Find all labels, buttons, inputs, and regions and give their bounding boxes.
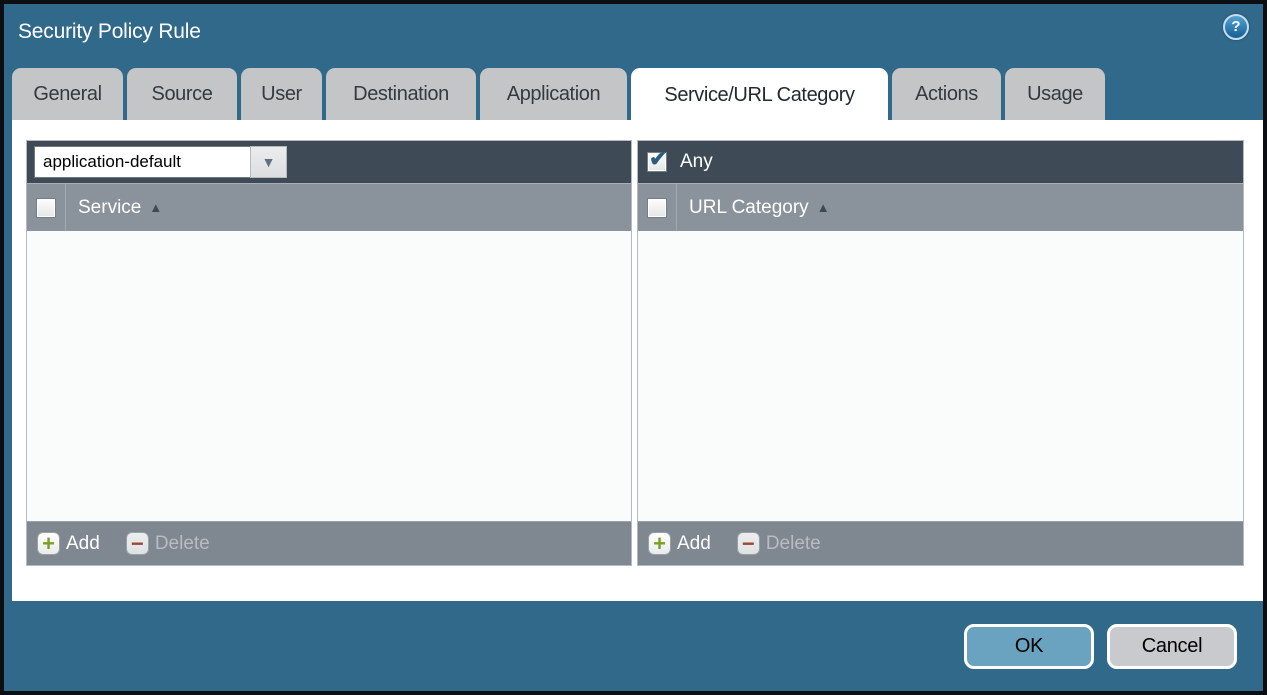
url-category-actionbar: + Add − Delete — [638, 521, 1243, 565]
tab-usage[interactable]: Usage — [1005, 68, 1105, 120]
tab-source[interactable]: Source — [127, 68, 237, 120]
url-category-panel-header: ✔ Any — [638, 141, 1243, 183]
tab-general[interactable]: General — [12, 68, 123, 120]
tab-content-area: ▼ Service ▲ + Add − Delete ✔ Any — [12, 120, 1263, 601]
any-checkbox-label[interactable]: Any — [680, 151, 713, 173]
dialog-footer: OK Cancel — [964, 624, 1237, 669]
service-delete-button[interactable]: Delete — [155, 533, 210, 555]
service-column-header-row: Service ▲ — [27, 183, 631, 231]
sort-ascending-icon[interactable]: ▲ — [149, 200, 162, 215]
add-icon[interactable]: + — [648, 532, 671, 555]
url-category-list[interactable] — [638, 231, 1243, 521]
help-icon[interactable]: ? — [1223, 14, 1249, 40]
service-select-all-checkbox[interactable] — [36, 197, 56, 218]
tab-user[interactable]: User — [241, 68, 322, 120]
url-category-column-header-label: URL Category — [689, 196, 809, 218]
service-panel-header: ▼ — [27, 141, 631, 183]
delete-icon[interactable]: − — [736, 532, 760, 555]
service-type-dropdown: ▼ — [34, 146, 287, 178]
service-list[interactable] — [27, 231, 631, 521]
url-category-add-button[interactable]: Add — [677, 533, 711, 555]
any-checkbox[interactable]: ✔ — [647, 146, 667, 172]
service-panel: ▼ Service ▲ + Add − Delete — [26, 140, 632, 566]
url-category-select-all-checkbox[interactable] — [647, 197, 667, 218]
security-policy-rule-dialog: { "dialog": { "title": "Security Policy … — [0, 0, 1267, 695]
add-icon[interactable]: + — [37, 532, 60, 555]
service-add-button[interactable]: Add — [66, 533, 100, 555]
service-actionbar: + Add − Delete — [27, 521, 631, 565]
column-separator — [676, 184, 677, 231]
service-type-dropdown-input[interactable] — [34, 146, 250, 178]
delete-icon[interactable]: − — [125, 532, 149, 555]
dialog-titlebar: Security Policy Rule ? — [4, 4, 1263, 64]
url-category-panel: ✔ Any URL Category ▲ + Add − Delete — [637, 140, 1244, 566]
tab-application[interactable]: Application — [480, 68, 627, 120]
service-column-header-label: Service — [78, 196, 142, 218]
tab-service-url-category[interactable]: Service/URL Category — [631, 68, 888, 122]
tab-actions[interactable]: Actions — [892, 68, 1001, 120]
sort-ascending-icon[interactable]: ▲ — [817, 200, 830, 215]
tab-bar: General Source User Destination Applicat… — [12, 68, 1105, 122]
dialog-title: Security Policy Rule — [18, 20, 201, 43]
tab-destination[interactable]: Destination — [326, 68, 476, 120]
chevron-down-icon: ▼ — [261, 154, 276, 170]
url-category-delete-button[interactable]: Delete — [766, 533, 821, 555]
column-separator — [65, 184, 66, 231]
checkmark-icon: ✔ — [649, 146, 668, 171]
cancel-button[interactable]: Cancel — [1107, 624, 1237, 669]
url-category-column-header-row: URL Category ▲ — [638, 183, 1243, 231]
service-type-dropdown-button[interactable]: ▼ — [250, 146, 287, 178]
ok-button[interactable]: OK — [964, 624, 1094, 669]
